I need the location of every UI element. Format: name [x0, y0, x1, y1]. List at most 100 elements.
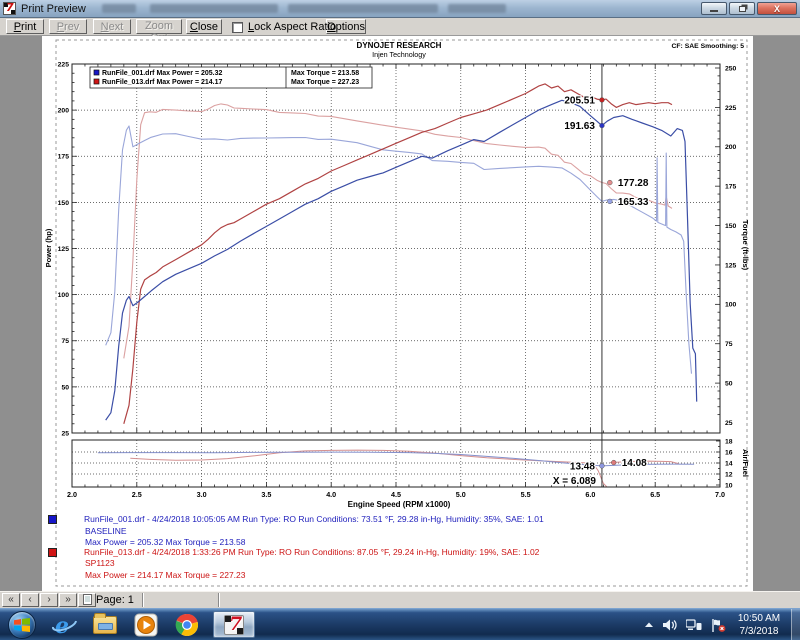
callout-label: 191.63 — [564, 121, 595, 132]
dyno-chart: 2550751001251501752002252550751001251501… — [42, 36, 753, 591]
app-icon: 7 — [3, 2, 16, 15]
callout-label: 14.08 — [622, 458, 647, 469]
next-button[interactable]: Next — [93, 19, 131, 34]
last-page-button[interactable]: » — [59, 593, 77, 607]
first-page-button[interactable]: « — [2, 593, 20, 607]
power-tick-label: 125 — [58, 246, 70, 253]
x-tick-label: 2.5 — [132, 490, 142, 499]
network-icon[interactable] — [686, 619, 702, 631]
torque-tick-label: 75 — [725, 341, 733, 348]
next-page-button[interactable]: › — [40, 593, 58, 607]
af-axis-title: Air/Fuel — [741, 449, 750, 477]
print-button[interactable]: Print — [6, 19, 44, 34]
torque-tick-label: 150 — [725, 223, 737, 230]
zoom-out-button[interactable]: Zoom Out — [136, 19, 182, 34]
chart-title: DYNOJET RESEARCH — [357, 41, 442, 50]
preview-workspace: 2550751001251501752002252550751001251501… — [0, 36, 800, 591]
legend-entry: RunFile_001.drf Max Power = 205.32 — [102, 70, 223, 77]
legend-swatch — [94, 79, 99, 84]
power-tick-label: 175 — [58, 154, 70, 161]
power-axis-title: Power (hp) — [44, 228, 53, 267]
power-tick-label: 75 — [61, 338, 69, 345]
winpep-icon: 7 — [224, 615, 244, 635]
x-tick-label: 6.0 — [585, 490, 595, 499]
x-tick-label: 5.0 — [456, 490, 466, 499]
clock-time: 10:50 AM — [730, 612, 788, 625]
start-button[interactable] — [8, 611, 36, 639]
print-preview-toolbar: PrintPrevNextZoom OutCloseOptions Lock A… — [0, 18, 800, 36]
torque-tick-label: 250 — [725, 65, 737, 72]
power-tick-label: 100 — [58, 292, 70, 299]
close-window-button[interactable]: X — [757, 2, 797, 15]
statusbar-divider — [142, 593, 144, 607]
action-center-flag-icon[interactable] — [711, 619, 726, 632]
redacted-title-text — [150, 4, 278, 13]
legend-entry: Max Torque = 213.58 — [291, 70, 359, 77]
callout-dot — [600, 123, 605, 128]
restore-button[interactable] — [729, 2, 755, 15]
callout-label: 205.51 — [564, 95, 595, 106]
callout-label: 165.33 — [618, 197, 649, 208]
af-tick-label: 12 — [725, 471, 733, 478]
legend-entry: RunFile_013.drf Max Power = 214.17 — [102, 79, 223, 86]
prev-button[interactable]: Prev — [49, 19, 87, 34]
chart-subtitle: Injen Technology — [372, 50, 426, 59]
preview-page: 2550751001251501752002252550751001251501… — [42, 36, 753, 591]
smoothing-note: CF: SAE Smoothing: 5 — [672, 43, 745, 50]
torque-tick-label: 175 — [725, 184, 737, 191]
windows-taskbar: e — [0, 608, 800, 640]
statusbar-divider — [218, 593, 220, 607]
callout-dot — [600, 463, 605, 468]
clock-date: 7/3/2018 — [730, 625, 788, 638]
power-tick-label: 150 — [58, 200, 70, 207]
x-axis-title: Engine Speed (RPM x1000) — [348, 500, 451, 509]
taskbar-chrome-icon[interactable] — [174, 612, 200, 638]
show-desktop-button[interactable] — [791, 609, 800, 640]
close-button[interactable]: Close — [186, 19, 222, 34]
torque-tick-label: 25 — [725, 420, 733, 427]
x-tick-label: 4.5 — [391, 490, 401, 499]
taskbar-media-player-icon[interactable] — [133, 612, 159, 638]
af-tick-label: 14 — [725, 460, 733, 467]
taskbar-internet-explorer-icon[interactable]: e — [51, 612, 77, 638]
af-tick-label: 16 — [725, 449, 733, 456]
x-tick-label: 5.5 — [521, 490, 531, 499]
hidden-icons-arrow[interactable] — [644, 621, 654, 629]
page-thumbnail-button[interactable] — [78, 593, 96, 607]
taskbar-winpep-button[interactable]: 7 — [213, 611, 255, 638]
x-tick-label: 3.0 — [197, 490, 207, 499]
torque-tick-label: 225 — [725, 105, 737, 112]
window-titlebar[interactable]: 7 Print Preview X — [0, 0, 800, 18]
volume-icon[interactable] — [663, 619, 677, 631]
taskbar-clock[interactable]: 10:50 AM 7/3/2018 — [730, 612, 788, 638]
x-tick-label: 7.0 — [715, 490, 725, 499]
torque-tick-label: 200 — [725, 144, 737, 151]
power-tick-label: 25 — [61, 430, 69, 437]
page-indicator: Page: 1 — [96, 594, 134, 606]
redacted-title-text — [102, 4, 136, 13]
callout-label: 177.28 — [618, 178, 649, 189]
series-power_001 — [106, 100, 697, 420]
x-tick-label: 3.5 — [261, 490, 271, 499]
taskbar-explorer-icon[interactable] — [92, 612, 118, 638]
torque-tick-label: 125 — [725, 262, 737, 269]
af-tick-label: 10 — [725, 482, 733, 489]
callout-dot — [600, 98, 605, 103]
torque-tick-label: 100 — [725, 302, 737, 309]
x-tick-label: 6.5 — [650, 490, 660, 499]
windows-logo-icon — [14, 618, 30, 632]
lock-aspect-ratio-checkbox[interactable] — [232, 22, 243, 33]
series-power_013 — [124, 84, 672, 424]
prev-page-button[interactable]: ‹ — [21, 593, 39, 607]
torque-axis-title: Torque (ft-lbs) — [741, 220, 750, 271]
af-tick-label: 18 — [725, 438, 733, 445]
redacted-title-text — [288, 4, 438, 13]
callout-dot — [607, 199, 612, 204]
x-tick-label: 2.0 — [67, 490, 77, 499]
callout-label: 13.48 — [570, 461, 595, 472]
minimize-button[interactable] — [701, 2, 727, 15]
power-tick-label: 50 — [61, 384, 69, 391]
legend-entry: Max Torque = 227.23 — [291, 79, 359, 86]
redacted-title-text — [448, 4, 506, 13]
statusbar: «‹›» Page: 1 — [0, 591, 800, 608]
